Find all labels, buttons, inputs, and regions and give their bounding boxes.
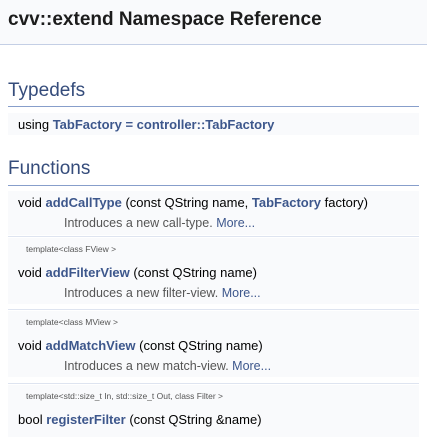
page-header: cvv::extend Namespace Reference — [0, 0, 427, 45]
function-name-link[interactable]: addCallType — [45, 195, 121, 210]
template-declaration: template<class FView > — [26, 244, 117, 254]
description-text: Introduces a new match-view. — [64, 359, 229, 373]
typedefs-heading: Typedefs — [8, 80, 86, 101]
row-separator — [8, 383, 419, 384]
row-separator — [8, 236, 419, 237]
return-type: void — [18, 338, 42, 353]
function-params: (const QString name) — [139, 338, 263, 353]
function-declaration: void addCallType (const QString name, Ta… — [18, 195, 368, 210]
functions-divider — [8, 185, 419, 186]
typedef-equals: = — [125, 117, 134, 132]
row-separator — [8, 309, 419, 310]
typedef-target-link[interactable]: controller::TabFactory — [137, 117, 275, 132]
function-declaration: void addMatchView (const QString name) — [18, 338, 263, 353]
typedef-row: using TabFactory = controller::TabFactor… — [8, 113, 419, 135]
function-name-link[interactable]: registerFilter — [46, 412, 125, 427]
template-declaration: template<class MView > — [26, 317, 118, 327]
function-declaration: bool registerFilter (const QString &name… — [18, 412, 262, 427]
function-row-addfilterview: template<class FView > void addFilterVie… — [8, 238, 419, 304]
typedef-keyword: using — [18, 117, 50, 132]
function-name-link[interactable]: addFilterView — [45, 265, 129, 280]
function-name-link[interactable]: addMatchView — [45, 338, 135, 353]
return-type: void — [18, 195, 42, 210]
typedef-declaration: using TabFactory = controller::TabFactor… — [18, 117, 274, 132]
function-description: Introduces a new call-type. More... — [64, 216, 255, 230]
function-description: Introduces a new filter-view. More... — [64, 286, 261, 300]
typedef-name-link[interactable]: TabFactory — [53, 117, 122, 132]
typedefs-divider — [8, 106, 419, 107]
description-text: Introduces a new call-type. — [64, 216, 213, 230]
functions-heading: Functions — [8, 158, 91, 179]
param-type-link[interactable]: TabFactory — [252, 195, 321, 210]
function-declaration: void addFilterView (const QString name) — [18, 265, 257, 280]
more-link[interactable]: More... — [222, 286, 261, 300]
function-params-pre: (const QString name, — [125, 195, 249, 210]
function-row-addmatchview: template<class MView > void addMatchView… — [8, 311, 419, 377]
more-link[interactable]: More... — [216, 216, 255, 230]
function-params-post: factory) — [324, 195, 368, 210]
return-type: void — [18, 265, 42, 280]
function-params: (const QString &name) — [129, 412, 262, 427]
template-declaration: template<std::size_t In, std::size_t Out… — [26, 391, 223, 401]
page-title: cvv::extend Namespace Reference — [8, 9, 322, 30]
function-description: Introduces a new match-view. More... — [64, 359, 271, 373]
description-text: Introduces a new filter-view. — [64, 286, 219, 300]
more-link[interactable]: More... — [232, 359, 271, 373]
function-row-registerfilter: template<std::size_t In, std::size_t Out… — [8, 385, 419, 437]
function-params: (const QString name) — [133, 265, 257, 280]
return-type: bool — [18, 412, 43, 427]
function-row-addcalltype: void addCallType (const QString name, Ta… — [8, 191, 419, 235]
